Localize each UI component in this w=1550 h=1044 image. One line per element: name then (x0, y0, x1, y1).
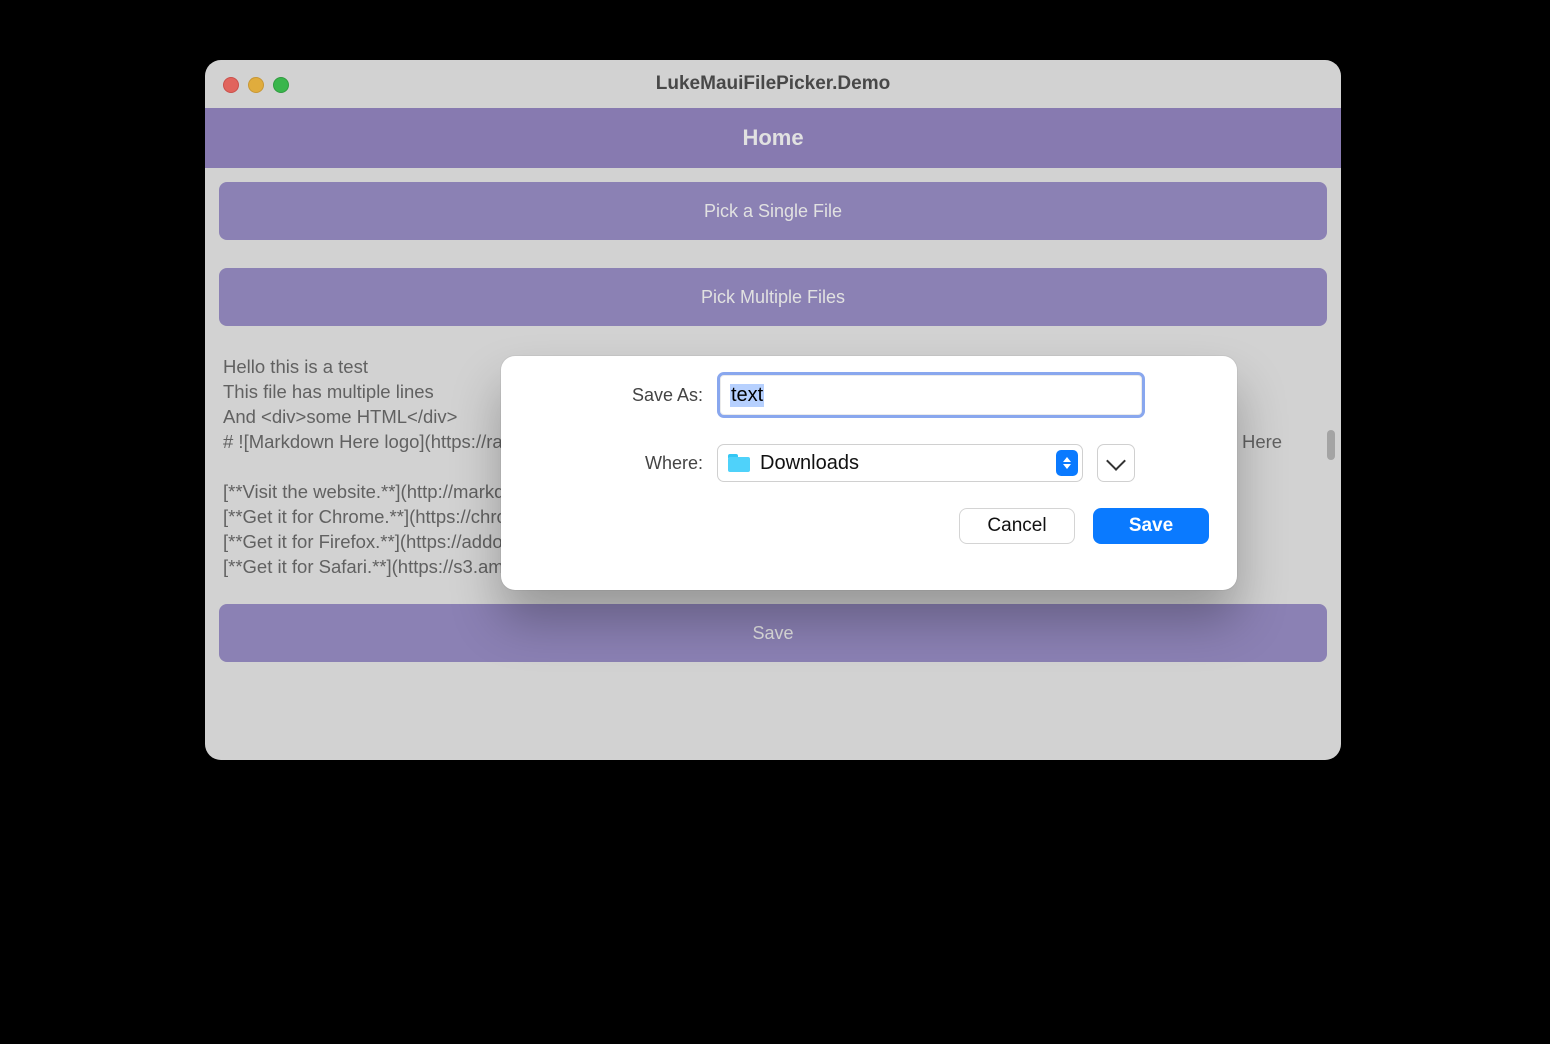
where-row: Downloads (717, 444, 1135, 482)
filename-input-value: text (730, 384, 764, 407)
location-value: Downloads (760, 452, 1046, 475)
pick-multiple-files-button[interactable]: Pick Multiple Files (219, 268, 1327, 326)
cancel-button-label: Cancel (987, 515, 1046, 537)
updown-stepper-icon (1056, 450, 1078, 476)
dialog-save-button-label: Save (1129, 515, 1173, 537)
location-dropdown[interactable]: Downloads (717, 444, 1083, 482)
where-label: Where: (523, 453, 717, 474)
close-window-button[interactable] (223, 77, 239, 93)
pick-single-file-label: Pick a Single File (704, 201, 842, 222)
filename-input[interactable]: text (717, 372, 1145, 418)
cancel-button[interactable]: Cancel (959, 508, 1075, 544)
save-button-label: Save (752, 623, 793, 644)
expand-dialog-button[interactable] (1097, 444, 1135, 482)
page-header: Home (205, 108, 1341, 168)
pick-single-file-button[interactable]: Pick a Single File (219, 182, 1327, 240)
dialog-save-button[interactable]: Save (1093, 508, 1209, 544)
minimize-window-button[interactable] (248, 77, 264, 93)
save-dialog: Save As: text Where: Downloads (501, 356, 1237, 590)
titlebar: LukeMauiFilePicker.Demo (205, 60, 1341, 108)
folder-icon (728, 454, 750, 472)
chevron-down-icon (1106, 451, 1126, 471)
dialog-footer: Cancel Save (523, 508, 1215, 544)
page-title: Home (742, 125, 803, 151)
save-button[interactable]: Save (219, 604, 1327, 662)
pick-multiple-files-label: Pick Multiple Files (701, 287, 845, 308)
window-controls (223, 77, 289, 93)
window-title: LukeMauiFilePicker.Demo (656, 73, 890, 95)
maximize-window-button[interactable] (273, 77, 289, 93)
app-window: LukeMauiFilePicker.Demo Home Pick a Sing… (205, 60, 1341, 760)
save-as-label: Save As: (523, 385, 717, 406)
scrollbar-thumb[interactable] (1327, 430, 1335, 460)
